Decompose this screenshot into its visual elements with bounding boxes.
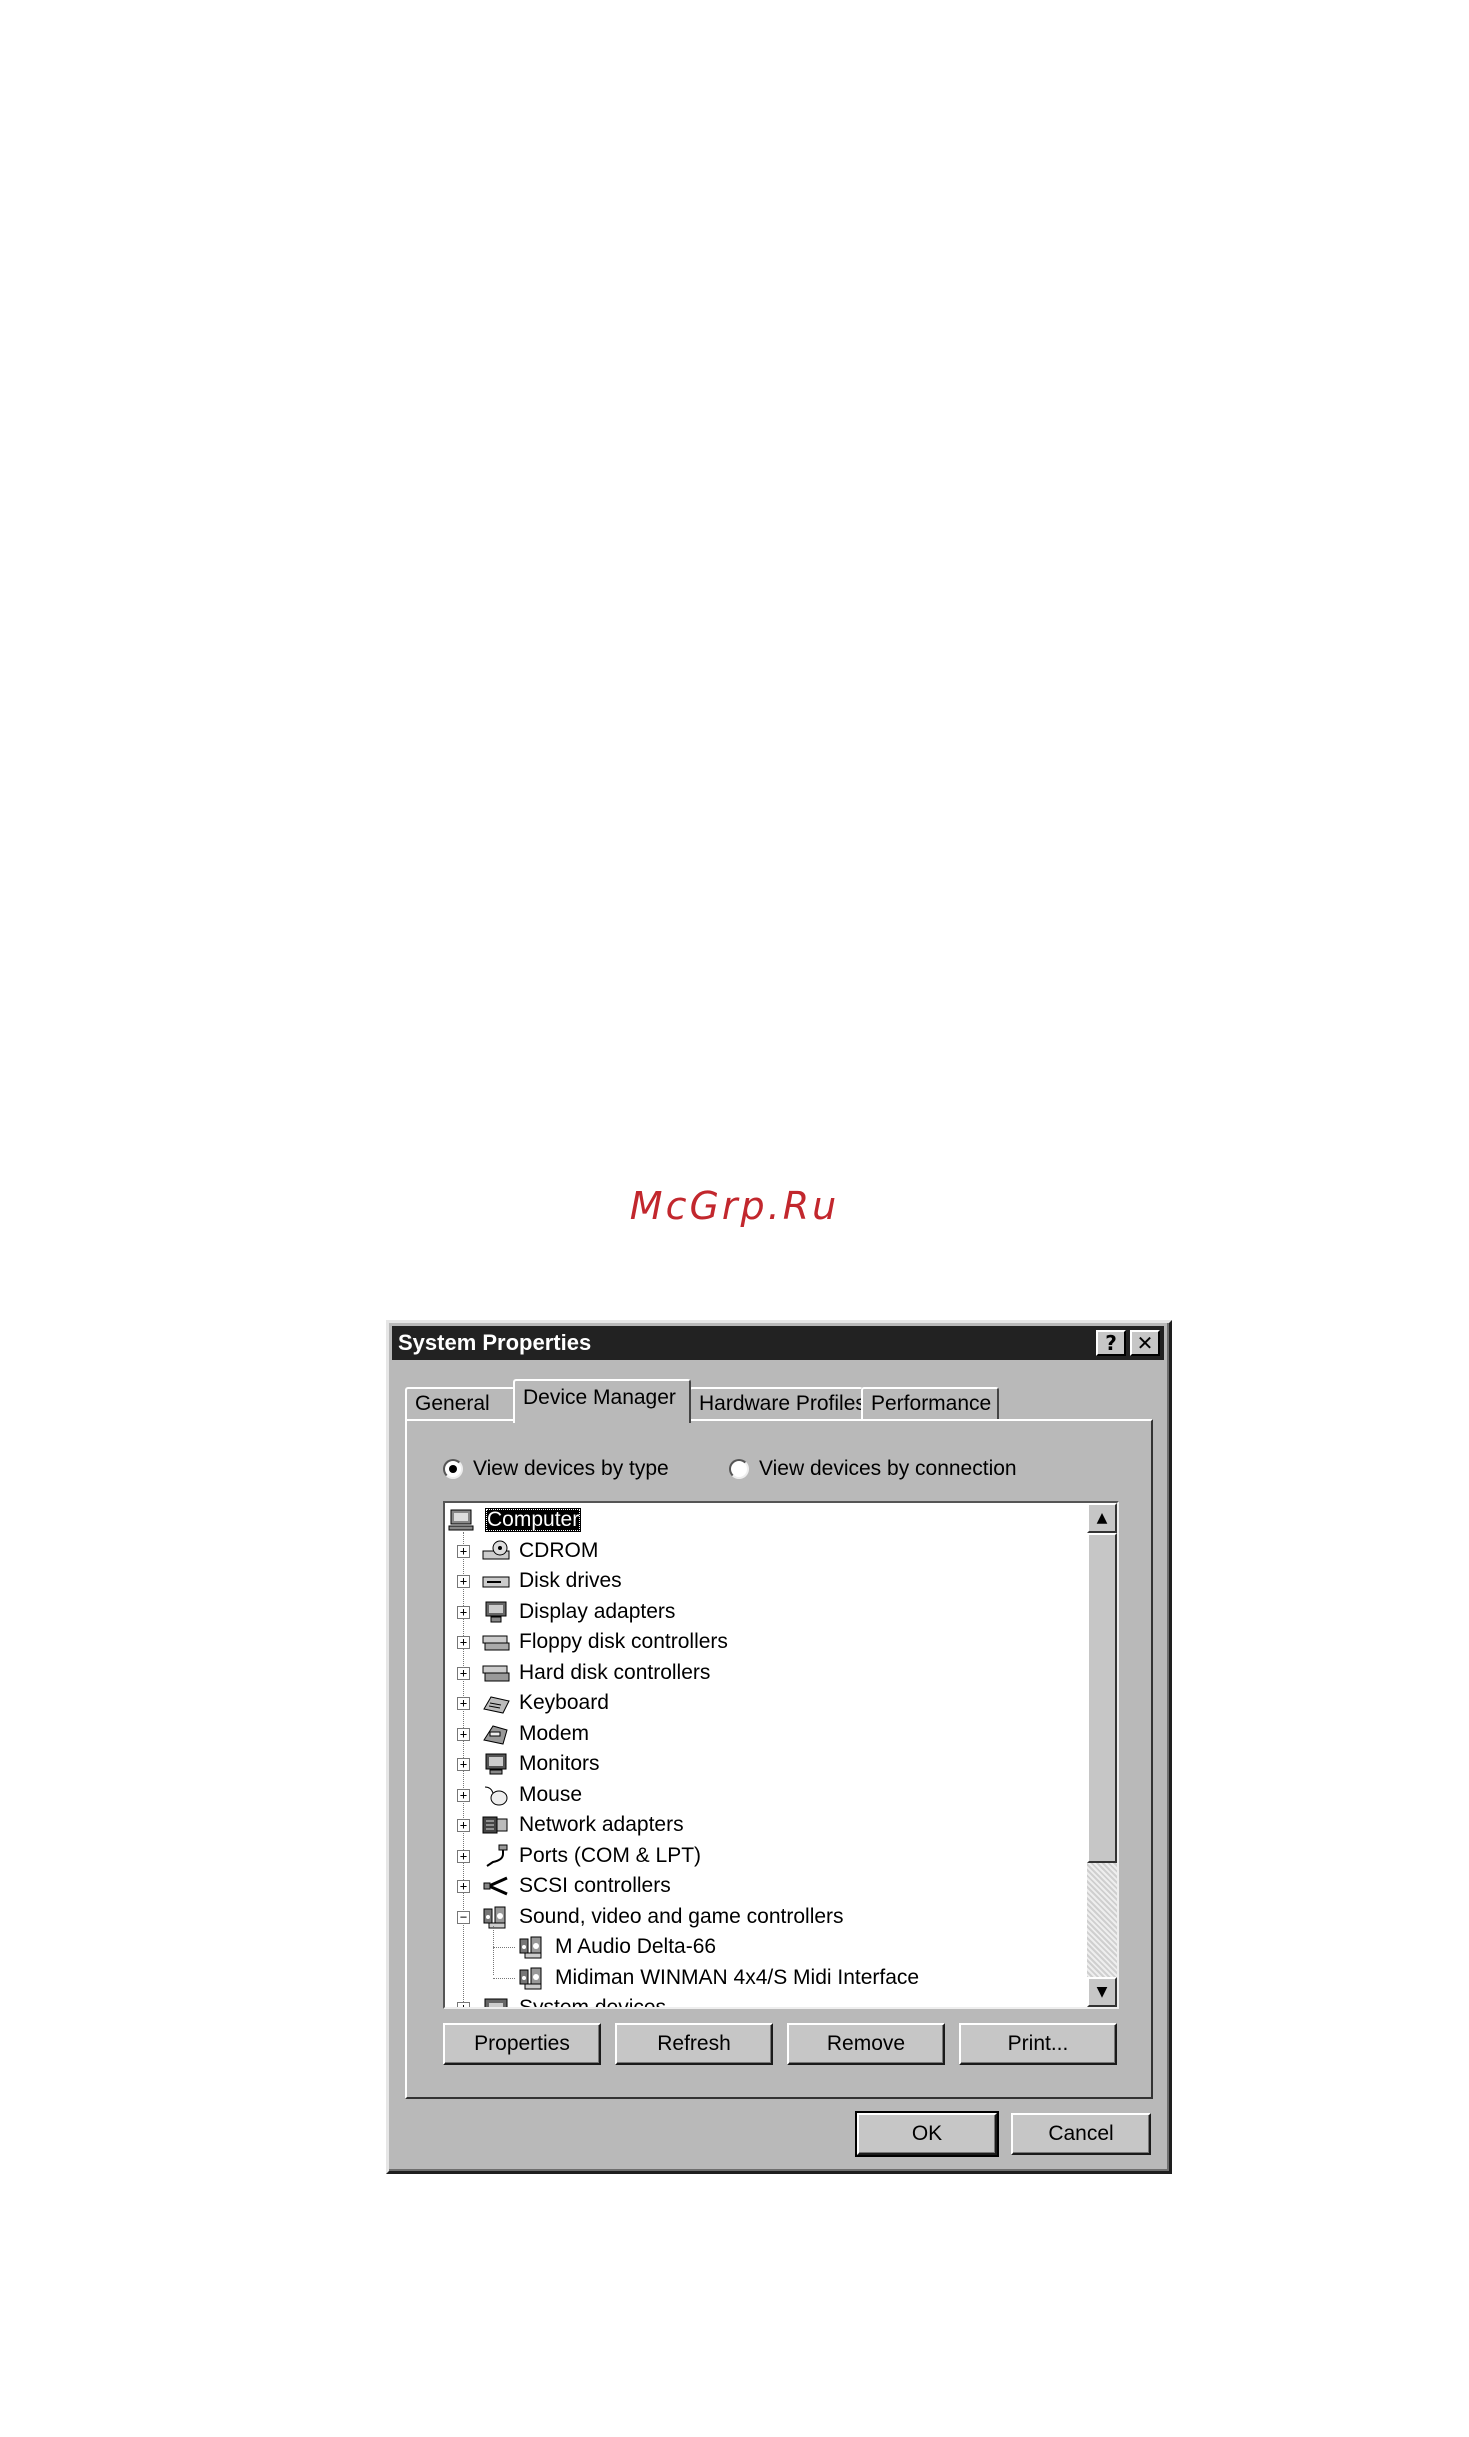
tab-general[interactable]: General bbox=[405, 1387, 515, 1421]
cdrom-icon bbox=[481, 1539, 511, 1563]
expand-icon[interactable]: + bbox=[457, 1880, 470, 1893]
view-by-connection-option[interactable]: View devices by connection bbox=[729, 1457, 1017, 1481]
system-properties-window: System Properties ? ✕ General Device Man… bbox=[386, 1320, 1172, 2174]
tree-item-label: M Audio Delta-66 bbox=[555, 1935, 717, 1958]
tree-item-label: Modem bbox=[519, 1721, 590, 1745]
keyboard-icon bbox=[481, 1691, 511, 1715]
tree-item-label: Floppy disk controllers bbox=[519, 1630, 728, 1653]
tree-item[interactable]: Network adapters bbox=[481, 1810, 684, 1840]
view-by-connection-radio[interactable] bbox=[729, 1459, 749, 1479]
modem-icon bbox=[481, 1722, 511, 1746]
expand-icon[interactable]: + bbox=[457, 1849, 470, 1863]
floppy-controller-icon bbox=[481, 1630, 511, 1654]
monitor-icon bbox=[481, 1752, 511, 1776]
watermark-text: McGrp.Ru bbox=[629, 1184, 840, 1228]
sound-icon bbox=[517, 1935, 547, 1959]
tree-item-label: CDROM bbox=[519, 1538, 599, 1562]
help-button[interactable]: ? bbox=[1096, 1330, 1126, 1356]
expand-icon[interactable]: + bbox=[457, 1544, 470, 1558]
port-icon bbox=[481, 1844, 511, 1868]
tree-item-label: Keyboard bbox=[519, 1691, 609, 1714]
cancel-button[interactable]: Cancel bbox=[1011, 2113, 1151, 2155]
tree-item-label: Computer bbox=[485, 1508, 582, 1532]
title-bar: System Properties ? ✕ bbox=[392, 1326, 1164, 1360]
expand-icon[interactable]: + bbox=[457, 1758, 470, 1771]
expand-icon[interactable]: + bbox=[457, 1788, 470, 1802]
device-manager-panel: View devices by type View devices by con… bbox=[405, 1419, 1153, 2099]
tree-item[interactable]: Sound, video and game controllers bbox=[481, 1902, 844, 1932]
tree-item-label: Mouse bbox=[519, 1782, 583, 1806]
display-adapter-icon bbox=[481, 1600, 511, 1624]
refresh-button[interactable]: Refresh bbox=[615, 2023, 773, 2065]
view-by-type-option[interactable]: View devices by type bbox=[443, 1457, 669, 1481]
tree-item-label: Display adapters bbox=[519, 1599, 676, 1623]
tree-item[interactable]: Mouse bbox=[481, 1780, 582, 1810]
ok-button[interactable]: OK bbox=[855, 2111, 999, 2157]
collapse-icon[interactable]: − bbox=[457, 1910, 470, 1924]
print-button[interactable]: Print... bbox=[959, 2023, 1117, 2065]
expand-icon[interactable]: + bbox=[457, 1605, 470, 1619]
scroll-up-button[interactable]: ▲ bbox=[1087, 1503, 1117, 1533]
tree-child-item[interactable]: M Audio Delta-66 bbox=[517, 1932, 716, 1962]
expand-icon[interactable]: + bbox=[457, 1819, 470, 1832]
sound-icon bbox=[481, 1905, 511, 1929]
device-tree-content: Computer + CDROM + Disk drives + Display adapt… bbox=[445, 1503, 1087, 2007]
tree-item[interactable]: Disk drives bbox=[481, 1566, 622, 1596]
network-adapter-icon bbox=[481, 1813, 511, 1837]
tree-item-label: Sound, video and game controllers bbox=[519, 1904, 844, 1928]
tree-item-label: Ports (COM & LPT) bbox=[519, 1843, 702, 1867]
tree-item[interactable]: CDROM bbox=[481, 1536, 598, 1566]
scroll-thumb[interactable] bbox=[1087, 1533, 1117, 1863]
tree-item-label: Midiman WINMAN 4x4/S Midi Interface bbox=[555, 1965, 920, 1989]
remove-button[interactable]: Remove bbox=[787, 2023, 945, 2065]
system-device-icon bbox=[481, 1996, 511, 2007]
tree-item[interactable]: Modem bbox=[481, 1719, 589, 1749]
expand-icon[interactable]: + bbox=[457, 1636, 470, 1649]
tab-hardware-profiles[interactable]: Hardware Profiles bbox=[689, 1387, 866, 1421]
expand-icon[interactable]: + bbox=[457, 1666, 470, 1680]
tree-child-item[interactable]: Midiman WINMAN 4x4/S Midi Interface bbox=[517, 1963, 919, 1993]
close-button[interactable]: ✕ bbox=[1130, 1330, 1160, 1356]
tree-item-label: Hard disk controllers bbox=[519, 1660, 711, 1684]
tree-item-label: SCSI controllers bbox=[519, 1874, 671, 1897]
tree-item[interactable]: Display adapters bbox=[481, 1597, 675, 1627]
tree-item[interactable]: Floppy disk controllers bbox=[481, 1627, 728, 1657]
scroll-down-button[interactable]: ▼ bbox=[1087, 1977, 1117, 2007]
expand-icon[interactable]: + bbox=[457, 1697, 470, 1710]
tree-item[interactable]: System devices bbox=[481, 1993, 666, 2007]
tree-item[interactable]: Hard disk controllers bbox=[481, 1658, 710, 1688]
expand-icon[interactable]: + bbox=[457, 1575, 470, 1588]
tree-root-computer[interactable]: Computer bbox=[447, 1505, 582, 1535]
tree-item-label: Disk drives bbox=[519, 1569, 622, 1592]
disk-drive-icon bbox=[481, 1569, 511, 1593]
computer-icon bbox=[447, 1508, 477, 1532]
sound-icon bbox=[517, 1966, 547, 1990]
tab-performance[interactable]: Performance bbox=[861, 1387, 999, 1421]
properties-button[interactable]: Properties bbox=[443, 2023, 601, 2065]
scsi-icon bbox=[481, 1874, 511, 1898]
tab-device-manager[interactable]: Device Manager bbox=[513, 1379, 691, 1423]
tree-item[interactable]: Ports (COM & LPT) bbox=[481, 1841, 701, 1871]
tree-connector-line bbox=[493, 1947, 515, 1948]
device-tree[interactable]: Computer + CDROM + Disk drives + Display adapt… bbox=[443, 1501, 1119, 2009]
view-by-type-label: View devices by type bbox=[473, 1457, 669, 1480]
view-by-connection-label: View devices by connection bbox=[759, 1457, 1017, 1480]
tree-connector-line bbox=[493, 1977, 515, 1979]
expand-icon[interactable]: + bbox=[457, 1727, 470, 1741]
view-by-type-radio[interactable] bbox=[443, 1459, 463, 1479]
tree-item[interactable]: Monitors bbox=[481, 1749, 600, 1779]
tree-scrollbar[interactable]: ▲ ▼ bbox=[1087, 1503, 1117, 2007]
tree-connector-line bbox=[493, 1925, 494, 1975]
mouse-icon bbox=[481, 1783, 511, 1807]
hard-disk-controller-icon bbox=[481, 1661, 511, 1685]
expand-icon[interactable]: + bbox=[457, 2002, 470, 2007]
tree-item[interactable]: SCSI controllers bbox=[481, 1871, 671, 1901]
tree-item-label: Monitors bbox=[519, 1752, 600, 1775]
tree-item[interactable]: Keyboard bbox=[481, 1688, 609, 1718]
window-title: System Properties bbox=[398, 1330, 592, 1355]
tree-item-label: System devices bbox=[519, 1996, 666, 2007]
tree-item-label: Network adapters bbox=[519, 1813, 684, 1836]
